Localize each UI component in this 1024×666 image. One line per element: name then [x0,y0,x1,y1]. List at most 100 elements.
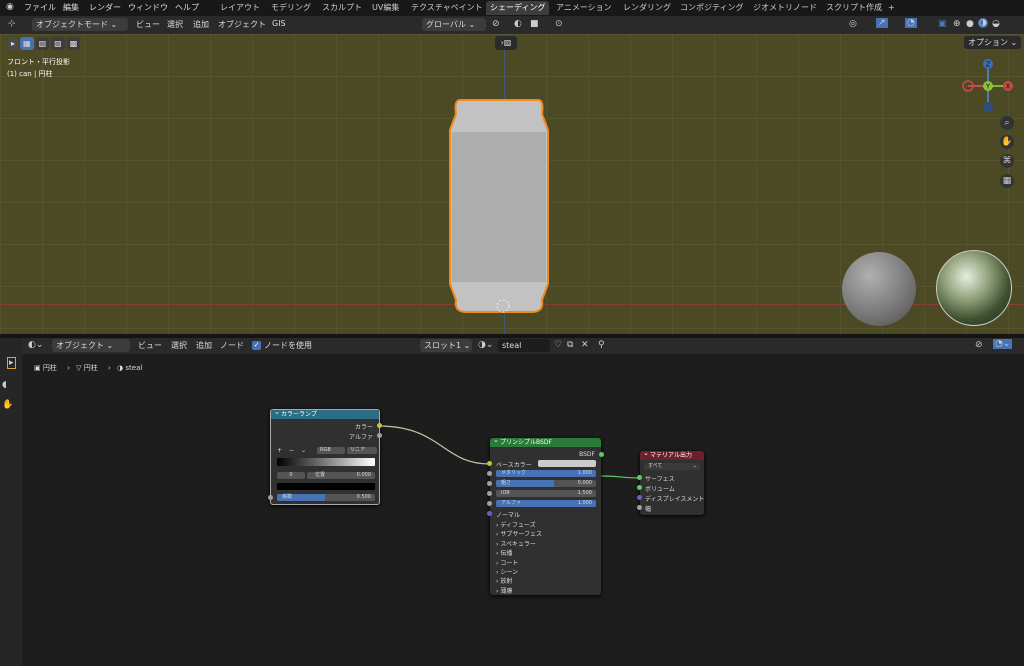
bsdf-section-1[interactable]: › サブサーフェス [496,529,542,538]
wireframe-shading-icon[interactable]: ⊕ [953,19,961,29]
menu-help[interactable]: ヘルプ [175,2,199,13]
material-browse-icon[interactable]: ◑⌄ [478,340,493,350]
tab-animation[interactable]: アニメーション [552,1,616,15]
tab-layout[interactable]: レイアウト [216,1,264,15]
factor-field[interactable]: 係数 0.500 [277,494,375,501]
menu-window[interactable]: ウィンドウ [128,2,168,13]
tab-rendering[interactable]: レンダリング [619,1,675,15]
sidebar-toggle-button[interactable]: ›▨ [495,36,517,50]
orientation-dropdown[interactable]: グローバル ⌄ [422,18,486,31]
tab-sculpt[interactable]: スカルプト [318,1,366,15]
output-color-socket[interactable] [377,423,382,428]
editor-type-icon[interactable]: ⊹ [8,19,16,29]
node-menu-node[interactable]: ノード [220,340,244,351]
input-thickness-socket[interactable] [637,505,642,510]
rendered-shading-icon[interactable]: ◒ [992,19,1000,29]
bsdf-section-2[interactable]: › スペキュラー [496,539,536,548]
snap-node-icon[interactable]: ⊘ [975,340,983,350]
bsdf-section-0[interactable]: › ディフューズ [496,520,536,529]
bsdf-section-5[interactable]: › シーン [496,567,518,576]
input-volume-socket[interactable] [637,485,642,490]
interpolation-dropdown[interactable]: リニア [347,447,377,454]
ramp-menu-button[interactable]: ⌄ [301,447,306,454]
snap-target-icon[interactable]: ■ [530,19,539,29]
material-output-node[interactable]: マテリアル出力 すべて⌄ サーフェス ボリューム ディスプレイスメント 幅 [637,449,704,515]
object-type-dropdown[interactable]: オブジェクト ⌄ [52,339,130,352]
alpha-field[interactable]: アルファ 1.000 [496,500,596,507]
stop-index-field[interactable]: 0 [277,472,305,479]
ior-field[interactable]: IOR 1.500 [496,490,596,497]
input-ior-socket[interactable] [487,491,492,496]
node-menu-add[interactable]: 追加 [196,340,212,351]
gizmo-neg-z-axis[interactable] [983,102,993,112]
material-shading-icon[interactable]: ◑ [978,18,988,28]
gizmo-toggle-icon[interactable]: ↗ [876,18,888,28]
viewport-3d[interactable]: ▸ ▦ ▧ ▨ ▩ フロント・平行投影 (1) can | 円柱 ›▨ オプショ… [0,34,1024,334]
visibility-icon[interactable]: ◎ [849,19,857,29]
transform-pivot-icon[interactable]: ⊘ [492,19,500,29]
tab-modeling[interactable]: モデリング [267,1,315,15]
fake-user-icon[interactable]: ♡ [554,340,562,350]
base-color-swatch[interactable] [538,460,596,467]
bsdf-section-4[interactable]: › コート [496,558,518,567]
add-workspace-button[interactable]: + [884,1,899,15]
overlay-toggle-icon[interactable]: ◔ [905,18,917,28]
node-menu-select[interactable]: 選択 [171,340,187,351]
color-mode-dropdown[interactable]: RGB [317,447,345,454]
tab-uv[interactable]: UV編集 [368,1,403,15]
node-overlay-icon[interactable]: ◔⌄ [993,339,1013,349]
bsdf-section-3[interactable]: › 伝播 [496,548,512,557]
input-factor-socket[interactable] [268,495,273,500]
select-extend-icon[interactable]: ▧ [35,37,50,50]
input-roughness-socket[interactable] [487,481,492,486]
tab-compositing[interactable]: コンポジティング [676,1,748,15]
xray-icon[interactable]: ▣ [938,19,947,29]
pan-hand-tool-icon[interactable]: ✋ [2,400,13,410]
mat-output-title[interactable]: マテリアル出力 [640,449,704,460]
input-displacement-socket[interactable] [637,495,642,500]
select-tool-icon[interactable]: ▸ [8,37,19,50]
target-dropdown[interactable]: すべて ⌄ [644,463,700,470]
select-subtract-icon[interactable]: ▨ [51,37,65,50]
input-metallic-socket[interactable] [487,471,492,476]
menu-render[interactable]: レンダー [89,2,121,13]
mode-dropdown[interactable]: オブジェクトモード ⌄ [32,18,128,31]
menu-edit[interactable]: 編集 [63,2,79,13]
duplicate-material-icon[interactable]: ⧉ [567,340,573,350]
output-alpha-socket[interactable] [377,433,382,438]
pan-hand-icon[interactable]: ✋ [1000,135,1014,149]
tab-geometry-nodes[interactable]: ジオメトリノード [749,1,821,15]
add-stop-button[interactable]: + [277,447,282,454]
unlink-material-icon[interactable]: ✕ [581,340,589,350]
remove-stop-button[interactable]: − [289,447,294,454]
select-invert-icon[interactable]: ▩ [66,37,81,50]
pin-icon[interactable]: ⚲ [598,340,605,350]
solid-shading-icon[interactable]: ● [966,19,974,29]
input-base-color-socket[interactable] [487,461,492,466]
menu-view[interactable]: ビュー [136,19,160,30]
select-box-icon[interactable]: ▦ [20,37,34,50]
input-surface-socket[interactable] [637,475,642,480]
bsdf-section-7[interactable]: › 薄膜 [496,586,512,595]
ortho-toggle-icon[interactable]: ▦ [1000,174,1014,188]
can-object[interactable] [444,96,554,320]
metallic-field[interactable]: メタリック 1.000 [496,470,596,477]
input-alpha-socket[interactable] [487,501,492,506]
camera-view-icon[interactable]: ⌘ [1000,154,1014,168]
blender-logo-icon[interactable]: ◉ [6,2,14,12]
shader-type-icon[interactable]: ◐⌄ [28,340,43,350]
tab-shading[interactable]: シェーディング [486,1,550,15]
menu-gis[interactable]: GIS [272,19,286,28]
material-name-field[interactable]: steal [498,339,550,352]
use-nodes-checkbox[interactable]: ✓ [252,341,261,350]
node-menu-view[interactable]: ビュー [138,340,162,351]
tab-texture-paint[interactable]: テクスチャペイント [407,1,487,15]
bsdf-section-6[interactable]: › 放射 [496,576,512,585]
principled-bsdf-node[interactable]: プリンシプルBSDF BSDF ベースカラー メタリック 1.000 粗さ 0.… [487,436,604,595]
color-ramp-title[interactable]: カラーランプ [271,408,379,419]
menu-add[interactable]: 追加 [193,19,209,30]
output-bsdf-socket[interactable] [599,452,604,457]
roughness-field[interactable]: 粗さ 0.000 [496,480,596,487]
zoom-icon[interactable]: ⌕ [1000,116,1014,130]
node-editor-canvas[interactable]: ▣ 円柱 › ▽ 円柱 › ◑ steal カラーランプ カラー アルファ + … [22,354,1024,666]
